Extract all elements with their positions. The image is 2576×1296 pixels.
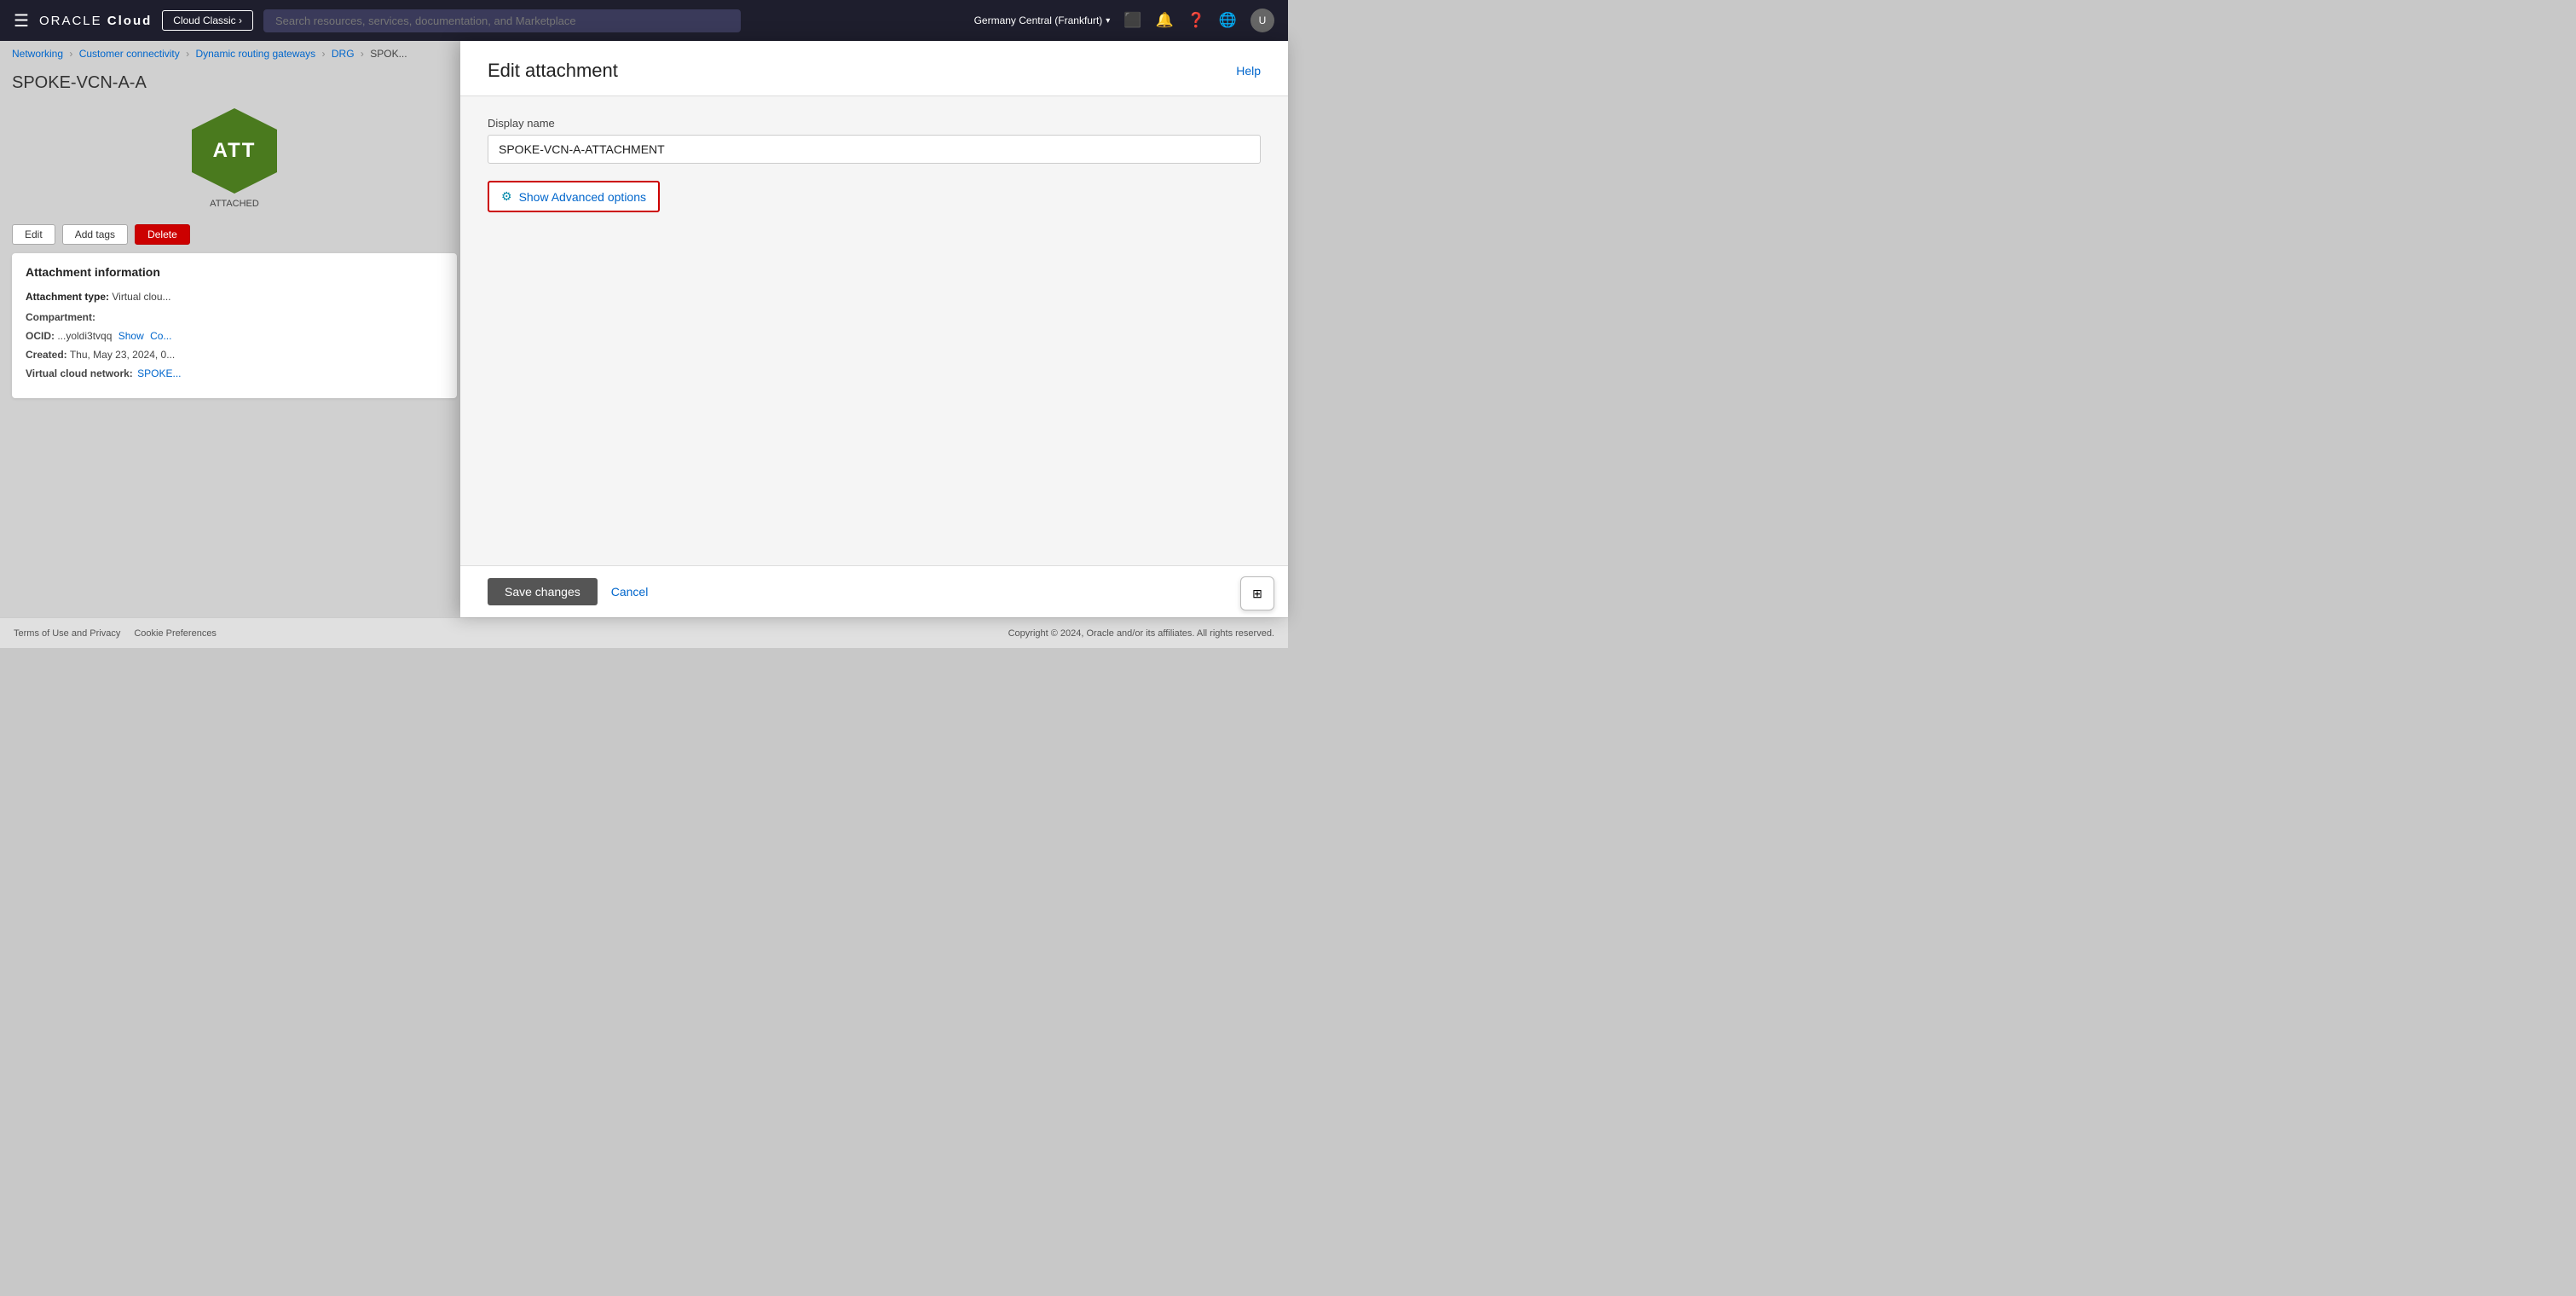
attachment-type-label: Attachment type: xyxy=(26,291,109,303)
attachment-type-value: Virtual clou... xyxy=(112,291,170,303)
filter-sliders-icon: ⚙ xyxy=(501,189,512,204)
background-page: Networking › Customer connectivity › Dyn… xyxy=(0,41,469,617)
created-row: Created: Thu, May 23, 2024, 0... xyxy=(26,349,443,361)
help-widget-icon: ⊞ xyxy=(1252,587,1262,599)
question-icon[interactable]: ❓ xyxy=(1187,12,1205,29)
avatar[interactable]: U xyxy=(1250,9,1274,32)
page-footer: Terms of Use and Privacy Cookie Preferen… xyxy=(0,617,1288,648)
created-value: Thu, May 23, 2024, 0... xyxy=(70,349,175,361)
vcn-link[interactable]: SPOKE... xyxy=(137,367,181,379)
info-panel-title: Attachment information xyxy=(26,265,443,279)
oracle-logo: ORACLE Cloud xyxy=(39,14,152,28)
attachment-info-panel: Attachment information Attachment type: … xyxy=(12,253,457,398)
top-nav: ☰ ORACLE Cloud Cloud Classic › Germany C… xyxy=(0,0,1288,41)
display-name-input[interactable] xyxy=(488,135,1261,164)
help-widget[interactable]: ⊞ xyxy=(1240,576,1274,610)
display-name-label: Display name xyxy=(488,117,1261,130)
overlay-footer: Save changes Cancel xyxy=(460,565,1288,617)
bell-icon[interactable]: 🔔 xyxy=(1155,12,1173,29)
hex-icon-wrapper: ATT ATTACHED xyxy=(192,108,277,209)
breadcrumb-sep2: › xyxy=(186,48,189,60)
hamburger-icon[interactable]: ☰ xyxy=(14,10,29,32)
breadcrumb-customer-connectivity[interactable]: Customer connectivity xyxy=(79,48,180,60)
ocid-value: ...yoldi3tvqq xyxy=(57,330,112,342)
overlay-help-link[interactable]: Help xyxy=(1236,64,1261,78)
edit-overlay: Edit attachment Help Display name ⚙ Show… xyxy=(460,41,1288,617)
copyright-text: Copyright © 2024, Oracle and/or its affi… xyxy=(1008,628,1274,639)
cancel-link[interactable]: Cancel xyxy=(611,585,649,599)
compartment-label: Compartment: xyxy=(26,311,95,323)
created-label: Created: xyxy=(26,349,67,361)
hexagon-shape: ATT xyxy=(192,108,277,194)
resource-header: SPOKE-VCN-A-A xyxy=(0,67,469,108)
region-selector[interactable]: Germany Central (Frankfurt) ▾ xyxy=(974,14,1111,26)
resource-icon-area: ATT ATTACHED xyxy=(0,108,469,224)
vcn-label: Virtual cloud network: xyxy=(26,367,133,379)
cookies-link[interactable]: Cookie Preferences xyxy=(134,628,217,639)
search-input[interactable] xyxy=(263,9,741,32)
ocid-label: OCID: xyxy=(26,330,55,342)
resource-title: SPOKE-VCN-A-A xyxy=(12,73,457,93)
chevron-down-icon: ▾ xyxy=(1106,16,1110,26)
overlay-header: Edit attachment Help xyxy=(460,41,1288,96)
action-buttons: Edit Add tags Delete xyxy=(0,224,469,253)
show-advanced-options-link[interactable]: Show Advanced options xyxy=(519,190,646,204)
delete-button[interactable]: Delete xyxy=(135,224,190,245)
overlay-title: Edit attachment xyxy=(488,60,618,82)
attachment-type-row: Attachment type: Virtual clou... xyxy=(26,289,443,304)
advanced-options-container: ⚙ Show Advanced options xyxy=(488,181,660,212)
ocid-copy[interactable]: Co... xyxy=(150,330,171,342)
breadcrumb-current: SPOK... xyxy=(370,48,407,60)
monitor-icon[interactable]: ⬛ xyxy=(1123,12,1141,29)
footer-links: Terms of Use and Privacy Cookie Preferen… xyxy=(14,628,217,639)
cloud-classic-button[interactable]: Cloud Classic › xyxy=(162,10,253,31)
edit-button[interactable]: Edit xyxy=(12,224,55,245)
breadcrumb-sep4: › xyxy=(361,48,364,60)
breadcrumb-dynamic-routing-gateways[interactable]: Dynamic routing gateways xyxy=(195,48,315,60)
breadcrumb-sep1: › xyxy=(69,48,72,60)
terms-link[interactable]: Terms of Use and Privacy xyxy=(14,628,120,639)
resource-status: ATTACHED xyxy=(210,199,259,209)
vcn-row: Virtual cloud network: SPOKE... xyxy=(26,367,443,379)
globe-icon[interactable]: 🌐 xyxy=(1219,12,1237,29)
breadcrumb-drg[interactable]: DRG xyxy=(332,48,355,60)
hex-label-text: ATT xyxy=(213,139,257,163)
breadcrumb: Networking › Customer connectivity › Dyn… xyxy=(0,41,469,67)
compartment-row: Compartment: xyxy=(26,311,443,323)
breadcrumb-sep3: › xyxy=(322,48,326,60)
save-changes-button[interactable]: Save changes xyxy=(488,578,598,605)
ocid-row: OCID: ...yoldi3tvqq Show Co... xyxy=(26,330,443,342)
ocid-show-link[interactable]: Show xyxy=(118,330,144,342)
nav-right: Germany Central (Frankfurt) ▾ ⬛ 🔔 ❓ 🌐 U xyxy=(974,9,1274,32)
add-tags-button[interactable]: Add tags xyxy=(62,224,128,245)
breadcrumb-networking[interactable]: Networking xyxy=(12,48,63,60)
overlay-body: Display name ⚙ Show Advanced options xyxy=(460,96,1288,565)
